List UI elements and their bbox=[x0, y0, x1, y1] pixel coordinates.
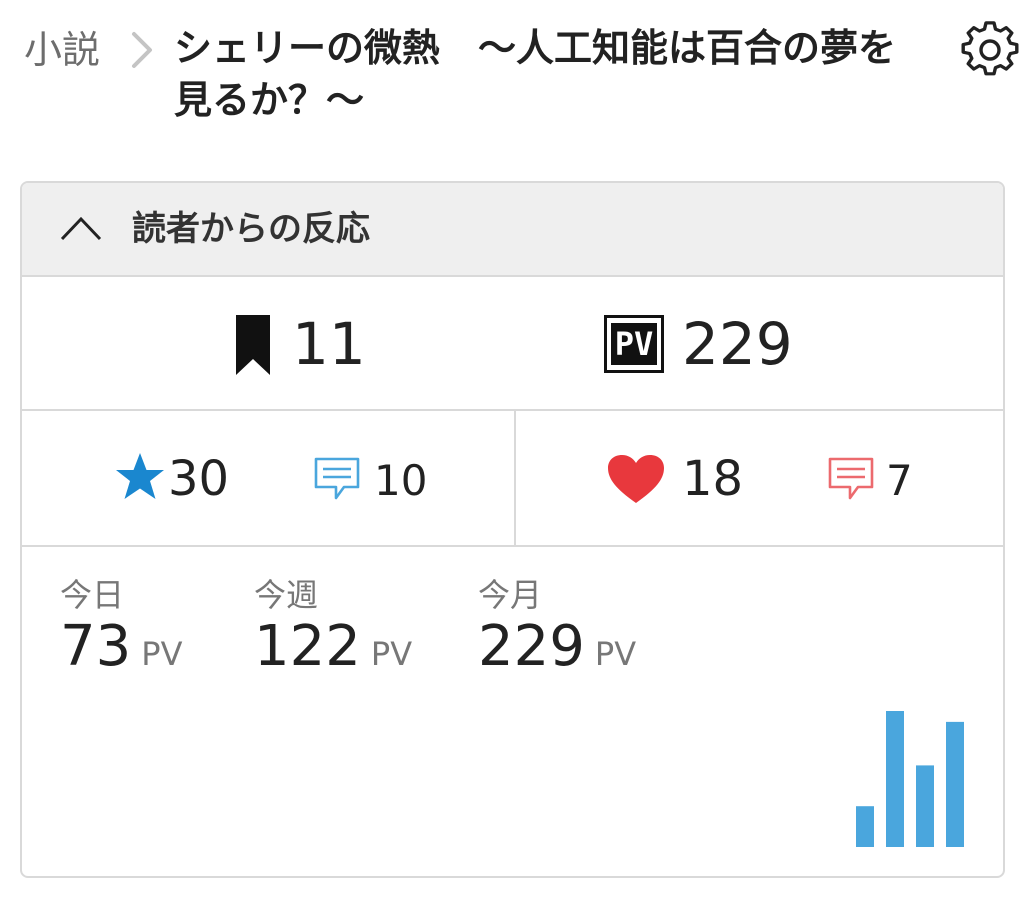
pv-total: 229 bbox=[682, 310, 793, 378]
chart-bar bbox=[916, 765, 934, 847]
star-icon bbox=[116, 453, 164, 499]
pv-week-label: 今週 bbox=[254, 576, 319, 614]
pv-week: 今週 122 PV bbox=[254, 575, 412, 686]
pv-unit: PV bbox=[141, 635, 183, 673]
star-comment-count: 10 bbox=[374, 456, 428, 505]
chevron-up-icon bbox=[60, 216, 102, 241]
pv-unit: PV bbox=[370, 635, 413, 673]
page-header: 小説 シェリーの微熱 ～人工知能は百合の夢を見るか？～ bbox=[0, 0, 1026, 150]
page-title: シェリーの微熱 ～人工知能は百合の夢を見るか？～ bbox=[174, 26, 897, 122]
pv-month-value: 229 bbox=[478, 614, 585, 679]
pv-stats-row: 今日 73 PV 今週 122 PV 今月 229 PV bbox=[22, 545, 1003, 876]
pv-icon-label: PV bbox=[611, 323, 657, 365]
heart-icon bbox=[608, 455, 664, 503]
pv-unit: PV bbox=[594, 635, 637, 673]
pv-month: 今月 229 PV bbox=[478, 575, 636, 686]
panel-heading: 読者からの反応 bbox=[132, 209, 370, 249]
pv-week-value: 122 bbox=[254, 614, 361, 679]
chart-bar bbox=[886, 711, 904, 847]
totals-row: 11 PV 229 bbox=[22, 275, 1003, 409]
bookmark-icon bbox=[236, 315, 270, 375]
chart-bar bbox=[946, 721, 964, 847]
heart-count: 18 bbox=[682, 451, 744, 507]
pv-today-label: 今日 bbox=[60, 576, 125, 614]
chevron-right-icon bbox=[132, 32, 152, 68]
pv-icon: PV bbox=[604, 315, 664, 373]
panel-toggle[interactable]: 読者からの反応 bbox=[22, 183, 1003, 275]
heart-comment-count: 7 bbox=[886, 456, 913, 505]
breadcrumb-category[interactable]: 小説 bbox=[24, 28, 100, 72]
comment-icon[interactable] bbox=[828, 457, 874, 501]
reader-reaction-panel: 読者からの反応 11 PV 229 30 10 18 7 今日 73 PV 今週… bbox=[20, 181, 1005, 878]
comment-icon[interactable] bbox=[314, 457, 360, 501]
star-count: 30 bbox=[168, 451, 230, 507]
pv-month-label: 今月 bbox=[478, 576, 543, 614]
gear-icon[interactable] bbox=[960, 20, 1020, 80]
pv-today-value: 73 bbox=[60, 614, 132, 679]
pv-today: 今日 73 PV bbox=[60, 575, 182, 686]
chart-bar bbox=[856, 806, 874, 847]
row-divider bbox=[514, 411, 516, 547]
pv-mini-chart[interactable] bbox=[852, 707, 982, 847]
reactions-row: 30 10 18 7 bbox=[22, 409, 1003, 547]
bookmark-count: 11 bbox=[292, 310, 366, 378]
